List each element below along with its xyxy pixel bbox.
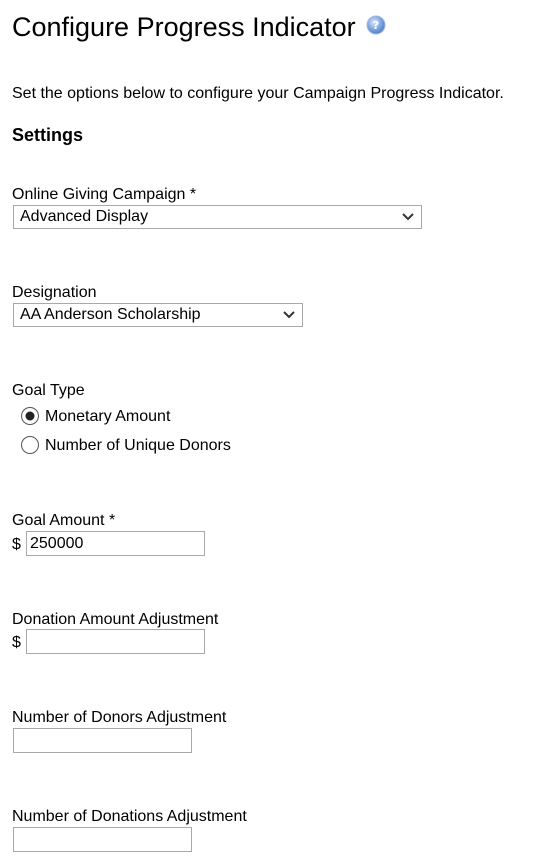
campaign-label: Online Giving Campaign * [12,186,197,203]
settings-heading: Settings [12,125,84,145]
radio-button-unselected[interactable] [20,435,40,455]
donors-adjustment-label: Number of Donors Adjustment [12,709,227,726]
radio-button-selected[interactable] [20,406,40,426]
page-title: Configure Progress Indicator [12,12,356,42]
designation-label: Designation [12,284,97,301]
donation-amount-adjustment-label: Donation Amount Adjustment [12,611,219,628]
goal-amount-label: Goal Amount * [12,512,116,529]
goal-type-monetary-label: Monetary Amount [45,408,171,425]
goal-type-label: Goal Type [12,382,85,399]
campaign-select[interactable]: Advanced Display [13,205,422,229]
chevron-down-icon [402,213,414,221]
goal-amount-input[interactable] [26,531,205,556]
designation-select[interactable]: AA Anderson Scholarship [13,303,303,327]
chevron-down-icon [283,311,295,319]
donation-amount-adjustment-currency: $ [12,634,21,651]
campaign-selected-value: Advanced Display [20,208,149,225]
goal-type-donors-label: Number of Unique Donors [45,437,231,454]
designation-selected-value: AA Anderson Scholarship [20,306,201,323]
help-question-icon[interactable]: ? [365,14,387,36]
donations-adjustment-input[interactable] [13,827,192,852]
goal-amount-currency: $ [12,536,21,553]
svg-text:?: ? [373,19,379,32]
donation-amount-adjustment-input[interactable] [26,629,205,654]
intro-text: Set the options below to configure your … [12,85,504,102]
donations-adjustment-label: Number of Donations Adjustment [12,808,247,825]
donors-adjustment-input[interactable] [13,728,192,753]
